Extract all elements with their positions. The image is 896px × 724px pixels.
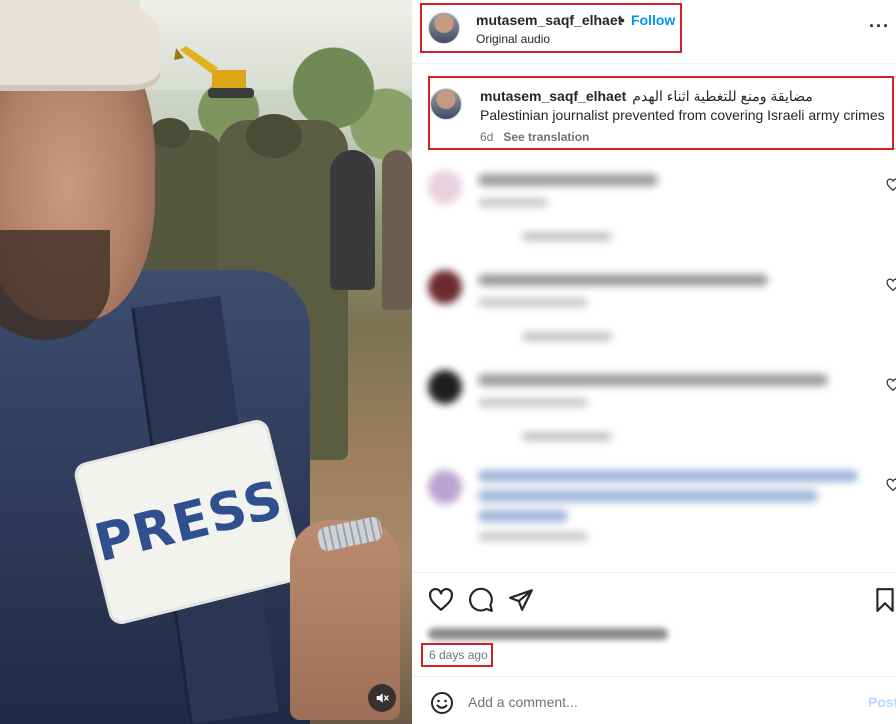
helmet — [246, 114, 302, 158]
list-item — [412, 360, 896, 455]
excavator-graphic — [174, 46, 254, 98]
speaker-muted-icon[interactable] — [368, 684, 396, 712]
follow-button[interactable]: Follow — [631, 12, 675, 28]
comment-text-blurred — [478, 374, 828, 386]
list-item — [412, 160, 896, 255]
post-author-username[interactable]: mutasem_saqf_elhaet — [476, 12, 622, 28]
caption-username[interactable]: mutasem_saqf_elhaet — [480, 88, 626, 104]
comment-input[interactable] — [468, 691, 828, 713]
heart-icon[interactable] — [886, 278, 896, 292]
comment-meta-blurred — [478, 298, 588, 307]
post-header: mutasem_saqf_elhaet • Follow Original au… — [412, 0, 896, 64]
avatar — [428, 370, 462, 404]
separator-dot: • — [620, 12, 625, 28]
avatar — [428, 470, 462, 504]
heart-icon[interactable] — [886, 178, 896, 192]
caption-text-arabic: مضايقة ومنع للتغطية اثناء الهدم — [632, 88, 813, 104]
comment-text-blurred — [478, 274, 768, 286]
view-replies-blurred — [522, 232, 612, 241]
caption-first-line: mutasem_saqf_elhaet مضايقة ومنع للتغطية ا… — [480, 88, 813, 105]
helmet — [150, 118, 190, 148]
post-actions — [412, 572, 896, 624]
post-details-panel: mutasem_saqf_elhaet • Follow Original au… — [412, 0, 896, 724]
view-replies-blurred — [522, 332, 612, 341]
emoji-smile-icon[interactable] — [430, 691, 454, 715]
comment-meta-blurred — [478, 398, 588, 407]
comment-bubble-icon[interactable] — [468, 587, 494, 613]
paper-plane-icon[interactable] — [508, 587, 534, 613]
avatar — [428, 270, 462, 304]
likes-summary-blurred — [428, 628, 668, 640]
post-comment-button[interactable]: Post — [868, 694, 896, 710]
list-item — [412, 260, 896, 355]
heart-icon[interactable] — [886, 378, 896, 392]
comment-text-blurred — [478, 510, 568, 522]
heart-icon[interactable] — [886, 478, 896, 492]
bookmark-icon[interactable] — [872, 587, 896, 613]
list-item — [412, 460, 896, 555]
comments-list — [412, 160, 896, 560]
post-timestamp[interactable]: 6 days ago — [429, 648, 488, 662]
caption-age[interactable]: 6d — [480, 130, 493, 144]
caption-meta: 6d See translation — [480, 130, 599, 144]
comment-text-blurred — [478, 490, 818, 502]
bucket-hat — [0, 0, 160, 85]
comment-meta-blurred — [478, 532, 588, 541]
bystander-figure — [330, 150, 375, 290]
comment-meta-blurred — [478, 198, 548, 207]
ellipsis-icon[interactable]: ··· — [869, 16, 890, 37]
heart-icon[interactable] — [428, 587, 454, 613]
view-replies-blurred — [522, 432, 612, 441]
avatar[interactable] — [428, 12, 460, 44]
avatar[interactable] — [430, 88, 462, 120]
comment-text-blurred — [478, 174, 658, 186]
see-translation-button[interactable]: See translation — [503, 130, 589, 144]
comment-text-blurred — [478, 470, 858, 482]
add-comment-bar: Post — [412, 676, 896, 724]
post-video[interactable]: PRESS — [0, 0, 412, 724]
caption-text-english: Palestinian journalist prevented from co… — [480, 107, 885, 123]
audio-label[interactable]: Original audio — [476, 32, 550, 46]
press-patch-text: PRESS — [88, 469, 290, 575]
avatar — [428, 170, 462, 204]
bystander-figure — [382, 150, 412, 310]
